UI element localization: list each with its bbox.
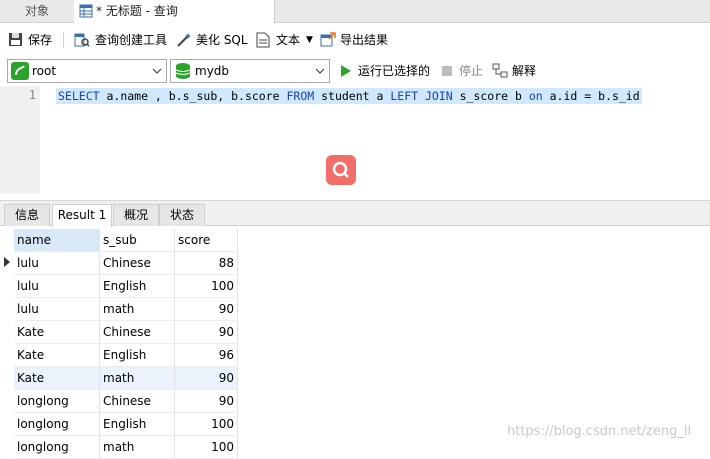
table-row[interactable]: Kate math 90 [14,366,238,390]
text-label: 文本 [276,33,301,47]
chevron-down-icon [152,68,162,74]
sql-keyword: FROM [286,89,315,103]
line-gutter: 1 [0,86,40,194]
save-label: 保存 [28,33,53,47]
table-row[interactable]: longlong Chinese 90 [14,389,238,413]
search-fab-button[interactable] [326,155,356,185]
table-cell-name[interactable]: Kate [14,366,100,390]
table-cell-name[interactable]: longlong [14,389,100,413]
table-cell-score[interactable]: 100 [174,412,238,436]
toolbar-divider [63,32,64,48]
document-icon [256,32,270,48]
connection-icon [11,62,29,80]
sql-text: s_score b [452,89,529,103]
explain-label: 解释 [512,64,537,78]
table-cell-score[interactable]: 88 [174,251,238,275]
query-builder-icon [74,33,90,47]
sql-keyword: SELECT [58,89,100,103]
stop-label: 停止 [459,64,484,78]
database-select[interactable]: mydb [170,59,330,83]
tab-query-label: * 无标题 - 查询 [96,4,178,18]
connection-value: root [32,64,57,78]
table-cell-score[interactable]: 96 [174,343,238,367]
chevron-down-icon [315,68,325,74]
magic-wand-icon [177,33,191,47]
result-grid[interactable]: name s_sub score lulu Chinese 88 lulu Englis… [14,229,238,459]
query-table-icon [79,4,93,18]
connection-select[interactable]: root [7,59,167,83]
tab-objects[interactable]: 对象 [0,0,75,22]
table-cell-score[interactable]: 90 [174,320,238,344]
table-cell-score[interactable]: 90 [174,366,238,390]
tab-result-1[interactable]: Result 1 [52,204,112,227]
beautify-label: 美化 SQL [196,33,248,47]
table-cell-s_sub[interactable]: English [99,343,175,367]
export-results-button[interactable]: 导出结果 [320,24,392,56]
tab-status[interactable]: 状态 [159,204,205,226]
result-tab-bar: 信息 Result 1 概况 状态 [0,200,710,227]
run-selected-label: 运行已选择的 [358,64,431,78]
export-label: 导出结果 [340,33,389,47]
toolbar: 保存 查询创建工具 美化 SQL 文本 ▼ 导出结果 [0,24,710,56]
tab-info[interactable]: 信息 [4,204,50,226]
table-cell-s_sub[interactable]: math [99,297,175,321]
table-cell-score[interactable]: 90 [174,389,238,413]
column-header-score[interactable]: score [174,229,238,252]
sql-keyword: LEFT JOIN [390,89,453,103]
export-icon [320,32,336,47]
table-cell-score[interactable]: 100 [174,435,238,459]
sql-text: a.name , b.s_sub, b.score [99,89,287,103]
table-cell-s_sub[interactable]: English [99,274,175,298]
sql-text: a.id = b.s_id [542,89,640,103]
table-cell-name[interactable]: longlong [14,435,100,459]
sql-code-line[interactable]: SELECT a.name , b.s_sub, b.score FROM st… [56,88,642,104]
table-cell-s_sub[interactable]: Chinese [99,320,175,344]
sql-keyword: on [528,89,543,103]
table-row[interactable]: lulu math 90 [14,297,238,321]
table-cell-score[interactable]: 90 [174,297,238,321]
database-icon [175,63,191,79]
text-menu-button[interactable]: 文本 ▼ [256,24,316,56]
caret-down-icon: ▼ [306,35,313,45]
database-value: mydb [195,64,230,78]
save-icon [9,33,22,46]
table-row[interactable]: longlong math 100 [14,435,238,459]
table-cell-name[interactable]: Kate [14,320,100,344]
line-number: 1 [28,88,36,102]
column-header-s_sub[interactable]: s_sub [99,229,175,252]
table-cell-s_sub[interactable]: English [99,412,175,436]
table-cell-name[interactable]: lulu [14,274,100,298]
grid-header-row: name s_sub score [14,229,238,252]
save-button[interactable]: 保存 [8,24,56,56]
query-builder-button[interactable]: 查询创建工具 [74,24,170,56]
sql-text: student a [314,89,391,103]
query-builder-label: 查询创建工具 [95,33,168,47]
stop-icon [442,66,452,76]
table-cell-s_sub[interactable]: Chinese [99,251,175,275]
table-row[interactable]: longlong English 100 [14,412,238,436]
table-cell-name[interactable]: longlong [14,412,100,436]
tab-profile[interactable]: 概况 [113,204,159,226]
table-cell-score[interactable]: 100 [174,274,238,298]
table-cell-name[interactable]: lulu [14,251,100,275]
watermark-text: https://blog.csdn.net/zeng_ll [507,424,692,439]
table-row[interactable]: lulu English 100 [14,274,238,298]
table-cell-name[interactable]: Kate [14,343,100,367]
document-tab-bar: 对象 * 无标题 - 查询 [0,0,710,23]
table-row[interactable]: Kate English 96 [14,343,238,367]
table-cell-s_sub[interactable]: math [99,366,175,390]
beautify-sql-button[interactable]: 美化 SQL [176,24,250,56]
play-icon [341,65,351,77]
current-row-marker [2,251,12,273]
table-cell-name[interactable]: lulu [14,297,100,321]
table-row[interactable]: lulu Chinese 88 [14,251,238,275]
search-icon [332,161,349,178]
explain-icon [492,63,508,78]
tab-query[interactable]: * 无标题 - 查询 [74,0,275,23]
table-cell-s_sub[interactable]: math [99,435,175,459]
table-row[interactable]: Kate Chinese 90 [14,320,238,344]
table-cell-s_sub[interactable]: Chinese [99,389,175,413]
column-header-name[interactable]: name [14,229,100,252]
